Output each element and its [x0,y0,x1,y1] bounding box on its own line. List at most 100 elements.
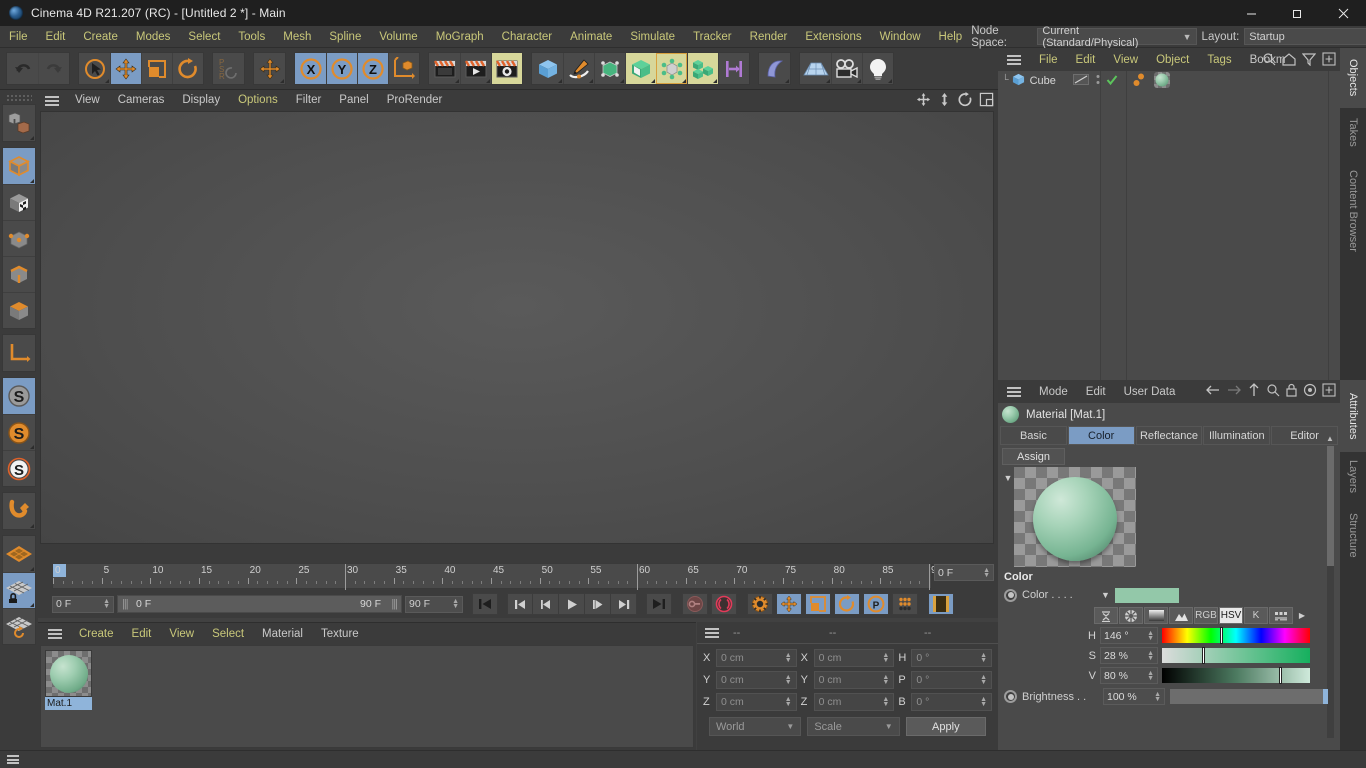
lock-workplane-button[interactable] [3,572,35,608]
search-icon[interactable] [1262,52,1276,69]
material-menu-texture[interactable]: Texture [312,623,368,645]
attributes-scrollbar[interactable]: ▲ [1326,434,1334,738]
menu-animate[interactable]: Animate [561,26,621,48]
attributes-menu-edit[interactable]: Edit [1077,381,1115,403]
color-wheel-button[interactable] [1119,607,1143,624]
menu-spline[interactable]: Spline [320,26,370,48]
position-z-field[interactable]: 0 cm ▲ ▼ [716,693,797,711]
value-slider-handle[interactable] [1278,667,1282,684]
layout-dropdown[interactable]: Startup ▼ [1244,28,1366,45]
rotation-h-field[interactable]: 0 ° ▲ ▼ [911,649,993,667]
mograph-button[interactable] [687,53,718,84]
light-button[interactable] [862,53,893,84]
object-manager-body[interactable]: └ Cube [998,71,1340,380]
expand-modes-button[interactable]: ▶ [1294,611,1310,620]
node-space-dropdown[interactable]: Current (Standard/Physical) ▼ [1037,25,1197,49]
spinner-icon[interactable]: ▲ ▼ [785,674,792,686]
make-editable-button[interactable] [3,105,35,141]
rotate-tool-button[interactable] [172,53,203,84]
filter-icon[interactable] [1301,52,1317,69]
lock-icon[interactable] [1285,383,1298,400]
material-thumbnail[interactable] [45,650,92,697]
menu-create[interactable]: Create [74,26,127,48]
value-field[interactable]: 80 % ▲ ▼ [1100,667,1158,684]
go-to-previous-key-button[interactable] [507,593,533,615]
tab-illumination[interactable]: Illumination [1203,426,1271,445]
param-key-button[interactable]: P [863,593,889,615]
move-view-icon[interactable] [916,92,931,110]
menu-mograph[interactable]: MoGraph [427,26,493,48]
brightness-toggle[interactable] [1004,690,1017,703]
edges-mode-button[interactable] [3,256,35,292]
play-button[interactable] [559,593,585,615]
menu-modes[interactable]: Modes [127,26,180,48]
workplane-button[interactable] [3,536,35,572]
kelvin-mode-button[interactable]: K [1244,607,1268,624]
search-icon[interactable] [1266,383,1280,400]
chevron-down-icon[interactable]: ▼ [1101,590,1110,600]
size-x-field[interactable]: 0 cm ▲ ▼ [813,649,895,667]
points-mode-button[interactable] [3,220,35,256]
assign-button[interactable]: Assign [1002,448,1065,465]
autokeying-button[interactable] [711,593,737,615]
menu-render[interactable]: Render [741,26,797,48]
material-name[interactable]: Mat.1 [45,697,92,710]
texture-mode-button[interactable] [3,184,35,220]
deformer2-button[interactable] [759,53,790,84]
position-y-field[interactable]: 0 cm ▲ ▼ [716,671,797,689]
magnet-button[interactable] [3,493,35,529]
timeline-range-slider[interactable]: ||| 0 F 90 F ||| [117,595,402,613]
document-end-field[interactable]: 90 F ▲ ▼ [405,595,463,613]
forward-arrow-icon[interactable] [1226,383,1242,400]
saturation-slider-handle[interactable] [1201,647,1205,664]
chevron-down-icon[interactable]: ▼ [1002,467,1014,567]
model-mode-button[interactable] [3,148,35,184]
menu-volume[interactable]: Volume [370,26,426,48]
go-to-start-button[interactable] [472,593,498,615]
color-channel-toggle[interactable] [1004,588,1017,602]
color-mixer-button[interactable] [1094,607,1118,624]
camera-button[interactable] [831,53,862,84]
rotate-view-icon[interactable] [958,92,973,110]
tab-structure[interactable]: Structure [1340,502,1366,568]
tab-takes[interactable]: Takes [1340,108,1366,156]
enable-snap-button[interactable]: S [3,414,35,450]
menu-file[interactable]: File [0,26,37,48]
saturation-slider[interactable] [1162,647,1310,664]
spinner-icon[interactable]: ▲ ▼ [882,652,889,664]
coordinate-system-dropdown[interactable]: World ▼ [709,717,802,736]
generator-button[interactable] [594,53,625,84]
spinner-icon[interactable]: ▲ ▼ [1154,691,1161,703]
viewport-menu-filter[interactable]: Filter [287,90,331,111]
material-preview[interactable] [1014,467,1136,567]
range-left-grip[interactable]: ||| [122,598,129,610]
color-gradient-button[interactable] [1144,607,1168,624]
material-item[interactable]: Mat.1 [45,650,92,710]
tab-content-browser[interactable]: Content Browser [1340,156,1366,266]
redo-button[interactable] [38,53,69,84]
pla-key-button[interactable] [892,593,918,615]
range-right-grip[interactable]: ||| [391,598,398,610]
material-list[interactable]: Mat.1 [40,645,694,748]
spinner-icon[interactable]: ▲ ▼ [785,652,792,664]
tab-basic[interactable]: Basic [1000,426,1067,445]
material-preview-tag-icon[interactable] [1153,71,1170,91]
step-forward-button[interactable] [585,593,611,615]
sliders-mode-button[interactable] [1269,607,1293,624]
coordinates-menu-icon[interactable] [705,627,719,638]
minimize-button[interactable] [1228,0,1274,26]
attributes-menu-icon[interactable] [1007,386,1021,397]
object-menu-file[interactable]: File [1030,49,1067,71]
saturation-field[interactable]: 28 % ▲ ▼ [1100,647,1158,664]
object-manager-menu-icon[interactable] [1007,54,1021,65]
object-layer-swatch-icon[interactable] [1072,74,1089,88]
tab-layers[interactable]: Layers [1340,452,1366,502]
menu-extensions[interactable]: Extensions [796,26,870,48]
material-menu-material[interactable]: Material [253,623,312,645]
viewport-menu-icon[interactable] [45,95,59,106]
size-y-field[interactable]: 0 cm ▲ ▼ [813,671,895,689]
object-menu-view[interactable]: View [1104,49,1147,71]
material-menu-edit[interactable]: Edit [123,623,161,645]
step-back-button[interactable] [533,593,559,615]
viewport-canvas[interactable] [40,111,994,544]
